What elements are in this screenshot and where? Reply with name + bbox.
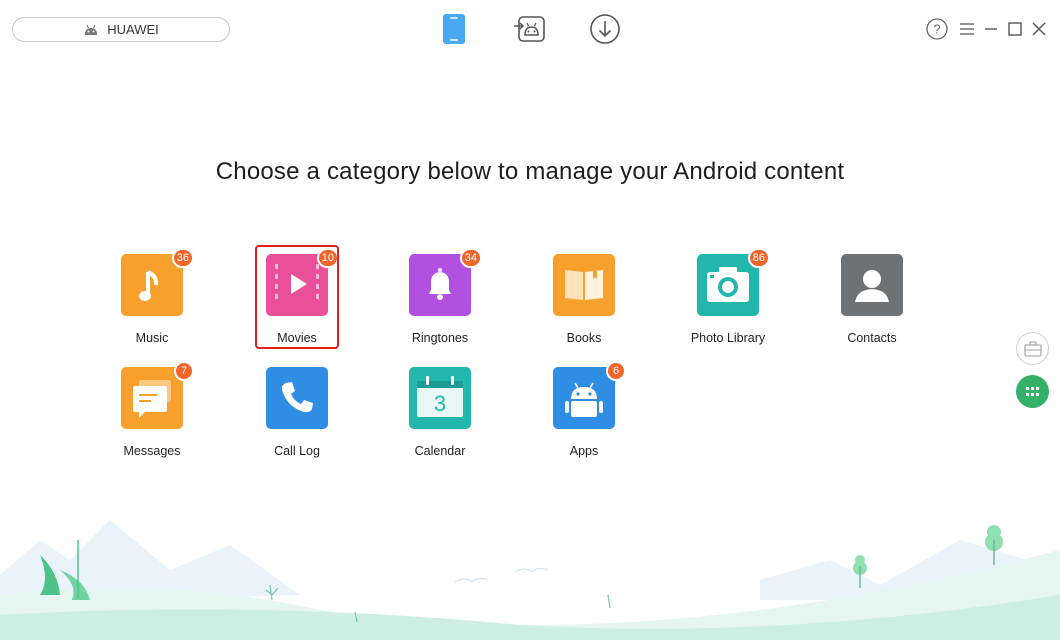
category-label: Contacts <box>847 331 897 345</box>
music-note-icon: 36 <box>121 248 194 316</box>
camera-icon: 86 <box>697 248 770 316</box>
count-badge: 36 <box>171 248 194 268</box>
category-label: Music <box>135 331 169 345</box>
calendar-icon: 3 <box>409 367 471 429</box>
calendar-day-number: 3 <box>434 391 446 416</box>
category-label: Calendar <box>414 444 466 458</box>
svg-text:?: ? <box>933 22 940 37</box>
count-badge: 86 <box>747 248 770 268</box>
category-movies[interactable]: 10 Movies <box>232 248 362 345</box>
contact-person-icon <box>841 254 903 316</box>
category-label: Movies <box>277 331 317 345</box>
count-badge: 6 <box>606 361 626 381</box>
android-transfer-icon[interactable] <box>513 12 547 46</box>
phone-icon[interactable] <box>437 12 471 46</box>
toolkit-icon[interactable] <box>1016 332 1049 365</box>
category-messages[interactable]: 7 Messages <box>87 361 217 458</box>
android-app-icon: 6 <box>553 361 626 429</box>
device-name: HUAWEI <box>107 22 159 37</box>
category-label: Call Log <box>274 444 320 458</box>
category-music[interactable]: 36 Music <box>87 248 217 345</box>
page-title: Choose a category below to manage your A… <box>215 158 845 185</box>
download-icon[interactable] <box>588 12 622 46</box>
landscape-illustration <box>0 520 1060 640</box>
category-call-log[interactable]: Call Log <box>232 367 362 458</box>
category-apps[interactable]: 6 Apps <box>519 361 649 458</box>
message-icon: 7 <box>121 361 194 429</box>
category-label: Photo Library <box>690 331 766 345</box>
category-books[interactable]: Books <box>519 254 649 345</box>
minimize-icon[interactable] <box>980 18 1002 40</box>
help-icon[interactable]: ? <box>926 18 948 40</box>
category-label: Ringtones <box>411 331 469 345</box>
category-calendar[interactable]: 3 Calendar <box>375 367 505 458</box>
category-label: Messages <box>123 444 181 458</box>
bell-icon: 34 <box>409 248 482 316</box>
category-ringtones[interactable]: 34 Ringtones <box>375 248 505 345</box>
close-icon[interactable] <box>1028 18 1050 40</box>
count-badge: 10 <box>316 248 339 268</box>
menu-icon[interactable] <box>956 18 978 40</box>
play-icon: 10 <box>266 248 339 316</box>
grid-icon[interactable] <box>1016 375 1049 408</box>
count-badge: 7 <box>174 361 194 381</box>
android-icon <box>83 24 99 36</box>
maximize-icon[interactable] <box>1004 18 1026 40</box>
count-badge: 34 <box>459 248 482 268</box>
device-selector[interactable]: HUAWEI <box>12 17 230 42</box>
category-label: Apps <box>569 444 599 458</box>
book-icon <box>553 254 615 316</box>
category-contacts[interactable]: Contacts <box>807 254 937 345</box>
category-photo-library[interactable]: 86 Photo Library <box>663 248 793 345</box>
category-label: Books <box>566 331 602 345</box>
phone-handset-icon <box>266 367 328 429</box>
